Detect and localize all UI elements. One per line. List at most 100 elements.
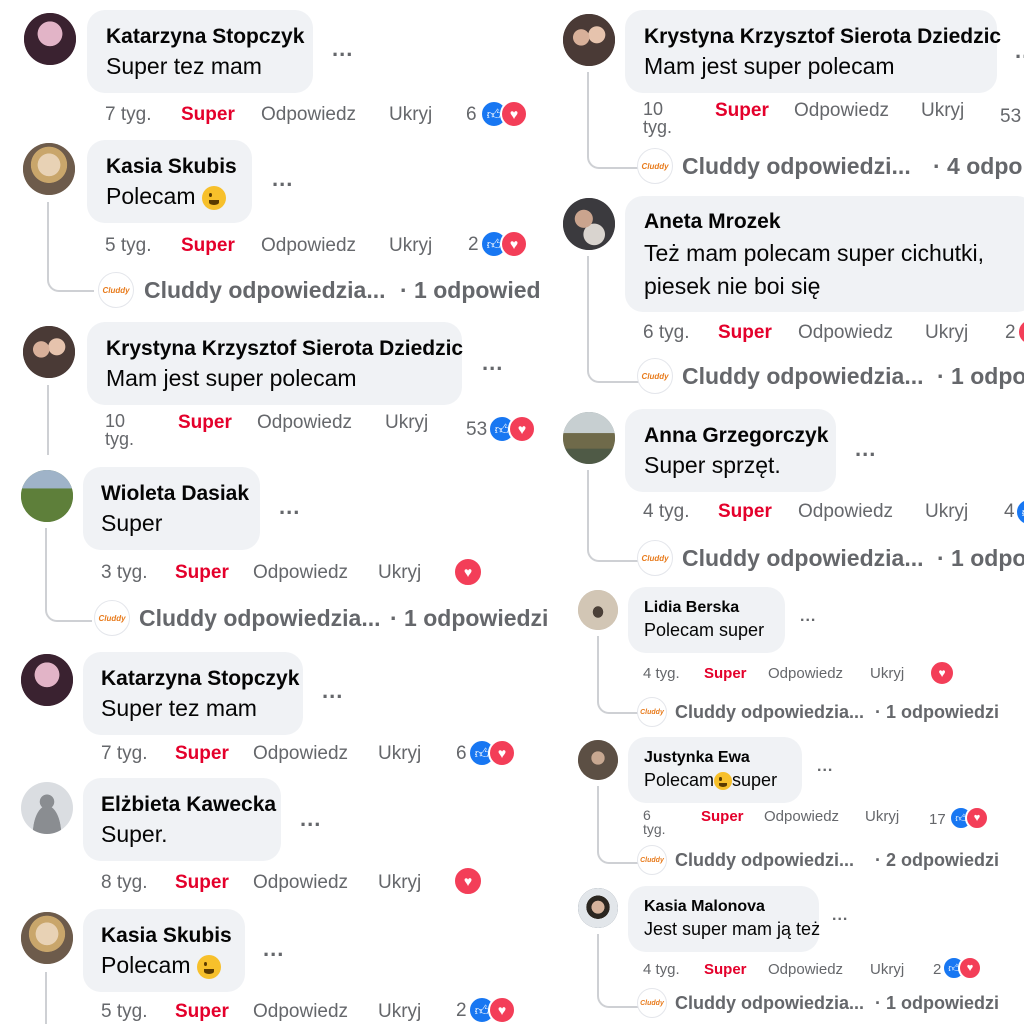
reply-button[interactable]: Odpowiedz [253, 562, 348, 584]
reply-button[interactable]: Odpowiedz [764, 808, 839, 825]
reply-button[interactable]: Odpowiedz [257, 412, 352, 434]
more-options-icon[interactable]: ... [263, 936, 284, 962]
comment-author[interactable]: Lidia Berska [644, 599, 769, 617]
more-options-icon[interactable]: ... [1015, 38, 1024, 64]
comment-author[interactable]: Katarzyna Stopczyk [106, 25, 304, 49]
comment-time[interactable]: 8 tyg. [101, 872, 147, 894]
reaction-count[interactable]: 2 [1005, 322, 1016, 344]
reaction-summary[interactable]: 53 👍︎ ♥ [466, 415, 546, 443]
heart-icon[interactable]: ♥ [958, 956, 982, 980]
avatar[interactable] [21, 912, 73, 964]
like-button[interactable]: Super [718, 322, 772, 344]
avatar[interactable] [578, 590, 618, 630]
comment-time[interactable]: 4 tyg. [643, 501, 689, 523]
view-replies-link[interactable]: Cluddy Cluddy odpowiedzia... · 1 odpowie… [94, 600, 554, 636]
comment-time[interactable]: 7 tyg. [101, 743, 147, 765]
more-options-icon[interactable]: ... [817, 758, 833, 776]
view-replies-link[interactable]: Cluddy Cluddy odpowiedzia... · 1 odpowie… [637, 697, 1024, 727]
comment-time[interactable]: 4 tyg. [643, 961, 680, 978]
reaction-summary[interactable]: 2 👍︎ ♥ [456, 996, 536, 1024]
like-button[interactable]: Super [175, 872, 229, 894]
comment-time[interactable]: 6 tyg. [643, 808, 673, 836]
reply-button[interactable]: Odpowiedz [798, 322, 893, 344]
more-options-icon[interactable]: ... [300, 806, 321, 832]
reaction-summary[interactable]: 6 👍︎ ♥ [466, 100, 546, 128]
avatar[interactable] [23, 143, 75, 195]
comment-time[interactable]: 10 tyg. [643, 100, 683, 136]
like-button[interactable]: Super [704, 665, 747, 682]
reaction-count[interactable]: 17 [929, 811, 946, 828]
like-button[interactable]: Super [175, 743, 229, 765]
hide-button[interactable]: Ukryj [378, 743, 421, 765]
view-replies-link[interactable]: Cluddy Cluddy odpowiedzi... · 4 odpo [637, 148, 1024, 184]
comment-author[interactable]: Kasia Skubis [106, 155, 237, 179]
reply-button[interactable]: Odpowiedz [768, 961, 843, 978]
comment-time[interactable]: 10 tyg. [105, 412, 145, 448]
reply-button[interactable]: Odpowiedz [261, 235, 356, 257]
view-replies-link[interactable]: Cluddy Cluddy odpowiedzia... · 1 odpowie… [637, 988, 1024, 1018]
comment-author[interactable]: Aneta Mrozek [644, 210, 1016, 234]
comment-author[interactable]: Wioleta Dasiak [101, 482, 249, 506]
hide-button[interactable]: Ukryj [925, 322, 968, 344]
avatar[interactable] [21, 654, 73, 706]
reaction-summary[interactable]: 2 👍︎ ♥ [468, 230, 548, 258]
hide-button[interactable]: Ukryj [389, 104, 432, 126]
hide-button[interactable]: Ukryj [378, 872, 421, 894]
more-options-icon[interactable]: ... [800, 608, 816, 626]
heart-icon[interactable]: ♥ [965, 806, 989, 830]
like-button[interactable]: Super [178, 412, 232, 434]
more-options-icon[interactable]: ... [855, 436, 876, 462]
more-options-icon[interactable]: ... [482, 350, 503, 376]
reply-button[interactable]: Odpowiedz [253, 872, 348, 894]
like-button[interactable]: Super [175, 1001, 229, 1023]
comment-author[interactable]: Katarzyna Stopczyk [101, 667, 299, 691]
heart-icon[interactable]: ♥ [929, 660, 955, 686]
reply-button[interactable]: Odpowiedz [253, 743, 348, 765]
avatar[interactable] [563, 14, 615, 66]
hide-button[interactable]: Ukryj [870, 961, 904, 978]
avatar[interactable] [24, 13, 76, 65]
like-button[interactable]: Super [175, 562, 229, 584]
avatar[interactable] [578, 888, 618, 928]
view-replies-link[interactable]: Cluddy Cluddy odpowiedzia... · 1 odpo [637, 540, 1024, 576]
comment-author[interactable]: Kasia Skubis [101, 924, 232, 948]
more-options-icon[interactable]: ... [272, 166, 293, 192]
more-options-icon[interactable]: ... [322, 678, 343, 704]
avatar[interactable] [21, 470, 73, 522]
view-replies-link[interactable]: Cluddy Cluddy odpowiedzia... · 1 odpowie… [98, 272, 548, 308]
hide-button[interactable]: Ukryj [865, 808, 899, 825]
reply-button[interactable]: Odpowiedz [253, 1001, 348, 1023]
view-replies-link[interactable]: Cluddy Cluddy odpowiedzi... · 2 odpowied… [637, 845, 1024, 875]
view-replies-link[interactable]: Cluddy Cluddy odpowiedzia... · 1 odpo [637, 358, 1024, 394]
hide-button[interactable]: Ukryj [378, 562, 421, 584]
avatar[interactable] [563, 412, 615, 464]
avatar[interactable] [578, 740, 618, 780]
comment-author[interactable]: Krystyna Krzysztof Sierota Dziedzic [106, 337, 463, 361]
reaction-summary[interactable]: ♥ [453, 557, 493, 587]
like-button[interactable]: Super [718, 501, 772, 523]
comment-author[interactable]: Kasia Malonova [644, 898, 803, 916]
avatar[interactable] [563, 198, 615, 250]
reaction-summary[interactable]: 6 👍︎ ♥ [456, 739, 536, 767]
reaction-count[interactable]: 4 [1004, 501, 1015, 523]
comment-time[interactable]: 3 tyg. [101, 562, 147, 584]
comment-author[interactable]: Elżbieta Kawecka [101, 793, 276, 817]
reaction-count[interactable]: 53 [1000, 106, 1021, 128]
reply-button[interactable]: Odpowiedz [261, 104, 356, 126]
hide-button[interactable]: Ukryj [385, 412, 428, 434]
comment-author[interactable]: Krystyna Krzysztof Sierota Dziedzic [644, 25, 1001, 49]
comment-time[interactable]: 7 tyg. [105, 104, 151, 126]
reply-button[interactable]: Odpowiedz [794, 100, 889, 122]
avatar[interactable] [23, 326, 75, 378]
more-options-icon[interactable]: ... [332, 36, 353, 62]
reply-button[interactable]: Odpowiedz [768, 665, 843, 682]
comment-time[interactable]: 5 tyg. [105, 235, 151, 257]
like-button[interactable]: Super [701, 808, 744, 825]
hide-button[interactable]: Ukryj [389, 235, 432, 257]
comment-time[interactable]: 6 tyg. [643, 322, 689, 344]
hide-button[interactable]: Ukryj [378, 1001, 421, 1023]
hide-button[interactable]: Ukryj [925, 501, 968, 523]
more-options-icon[interactable]: ... [832, 907, 848, 925]
comment-time[interactable]: 5 tyg. [101, 1001, 147, 1023]
like-button[interactable]: Super [181, 104, 235, 126]
